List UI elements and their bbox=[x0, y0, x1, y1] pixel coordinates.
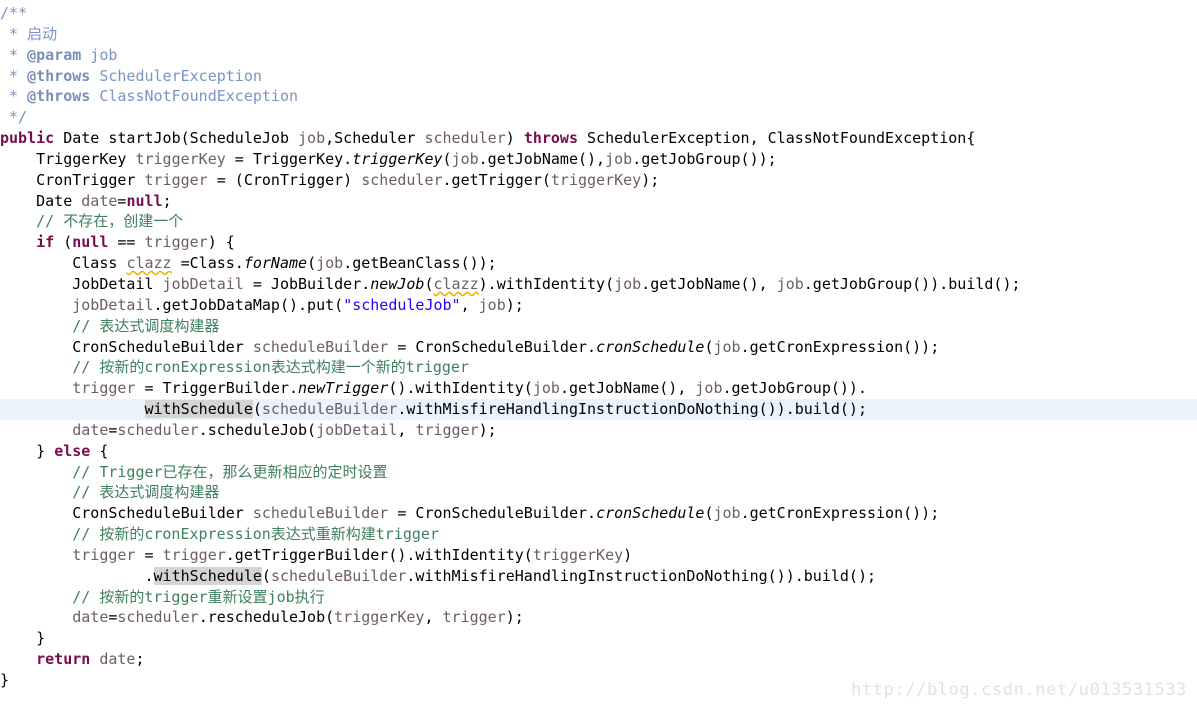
code-line[interactable]: .withSchedule(scheduleBuilder.withMisfir… bbox=[0, 566, 1197, 587]
javadoc-tag-throws: @throws bbox=[27, 66, 91, 85]
code-line[interactable]: * @param job bbox=[0, 45, 1197, 66]
code-line[interactable]: * 启动 bbox=[0, 24, 1197, 45]
javadoc-star: * bbox=[0, 66, 28, 85]
javadoc-tag-param: @param bbox=[27, 45, 82, 64]
code-line-comment[interactable]: // 表达式调度构建器 bbox=[0, 316, 1197, 337]
code-line[interactable]: Date date=null; bbox=[0, 191, 1197, 212]
code-line[interactable]: /** bbox=[0, 3, 1197, 24]
warned-identifier-clazz: clazz bbox=[126, 254, 172, 273]
javadoc-throws-type: ClassNotFoundException bbox=[90, 87, 299, 106]
line-comment: // 不存在，创建一个 bbox=[36, 212, 184, 231]
javadoc-open: /** bbox=[0, 4, 28, 22]
code-line[interactable]: */ bbox=[0, 107, 1197, 128]
javadoc-tag-throws: @throws bbox=[27, 87, 91, 106]
code-line[interactable]: date=scheduler.rescheduleJob(triggerKey,… bbox=[0, 607, 1197, 628]
javadoc-star: * bbox=[0, 45, 28, 64]
javadoc-star: * bbox=[0, 87, 28, 106]
code-line[interactable]: trigger = trigger.getTriggerBuilder().wi… bbox=[0, 545, 1197, 566]
line-comment: // Trigger已存在，那么更新相应的定时设置 bbox=[72, 462, 388, 481]
code-line-comment[interactable]: // Trigger已存在，那么更新相应的定时设置 bbox=[0, 462, 1197, 483]
line-comment: // 表达式调度构建器 bbox=[72, 483, 220, 502]
code-line[interactable]: Class clazz =Class.forName(job.getBeanCl… bbox=[0, 253, 1197, 274]
code-editor-canvas[interactable]: /** * 启动 * @param job * @throws Schedule… bbox=[0, 0, 1197, 708]
javadoc-close: */ bbox=[0, 108, 28, 127]
code-line[interactable]: TriggerKey triggerKey = TriggerKey.trigg… bbox=[0, 149, 1197, 170]
watermark: http://blog.csdn.net/u013531533 bbox=[851, 680, 1187, 700]
occurrence-highlight-withschedule: withSchedule bbox=[153, 566, 262, 585]
code-line[interactable]: return date; bbox=[0, 649, 1197, 670]
code-line[interactable]: } else { bbox=[0, 441, 1197, 462]
javadoc-param-name: job bbox=[81, 45, 118, 64]
code-line[interactable]: if (null == trigger) { bbox=[0, 232, 1197, 253]
code-line[interactable]: jobDetail.getJobDataMap().put("scheduleJ… bbox=[0, 295, 1197, 316]
string-literal: "scheduleJob" bbox=[343, 295, 461, 314]
code-line[interactable]: * @throws ClassNotFoundException bbox=[0, 86, 1197, 107]
code-line-method-signature[interactable]: public Date startJob(ScheduleJob job,Sch… bbox=[0, 128, 1197, 149]
keyword-throws: throws bbox=[523, 129, 578, 148]
code-line-comment[interactable]: // 按新的trigger重新设置job执行 bbox=[0, 587, 1197, 608]
code-line-comment[interactable]: // 按新的cronExpression表达式重新构建trigger bbox=[0, 524, 1197, 545]
code-line-comment[interactable]: // 按新的cronExpression表达式构建一个新的trigger bbox=[0, 357, 1197, 378]
keyword-else: else bbox=[54, 441, 91, 460]
code-line[interactable]: trigger = TriggerBuilder.newTrigger().wi… bbox=[0, 378, 1197, 399]
code-line[interactable]: date=scheduler.scheduleJob(jobDetail, tr… bbox=[0, 420, 1197, 441]
code-line[interactable]: CronScheduleBuilder scheduleBuilder = Cr… bbox=[0, 503, 1197, 524]
code-line[interactable]: CronScheduleBuilder scheduleBuilder = Cr… bbox=[0, 337, 1197, 358]
javadoc-throws-type: SchedulerException bbox=[90, 66, 262, 85]
line-comment: // 按新的cronExpression表达式构建一个新的trigger bbox=[72, 358, 469, 377]
code-line[interactable]: JobDetail jobDetail = JobBuilder.newJob(… bbox=[0, 274, 1197, 295]
code-line[interactable]: * @throws SchedulerException bbox=[0, 66, 1197, 87]
keyword-if: if bbox=[36, 233, 55, 252]
code-line[interactable]: CronTrigger trigger = (CronTrigger) sche… bbox=[0, 170, 1197, 191]
keyword-null: null bbox=[72, 233, 109, 252]
occurrence-highlight-withschedule: withSchedule bbox=[144, 400, 253, 419]
code-line-comment[interactable]: // 不存在，创建一个 bbox=[0, 211, 1197, 232]
javadoc-text: * 启动 bbox=[0, 24, 58, 43]
line-comment: // 按新的cronExpression表达式重新构建trigger bbox=[72, 525, 439, 544]
line-comment: // 按新的trigger重新设置job执行 bbox=[72, 587, 325, 606]
code-line[interactable]: } bbox=[0, 628, 1197, 649]
keyword-public: public bbox=[0, 129, 55, 148]
code-line-current[interactable]: withSchedule(scheduleBuilder.withMisfire… bbox=[0, 399, 1197, 420]
keyword-return: return bbox=[36, 650, 91, 669]
line-comment: // 表达式调度构建器 bbox=[72, 316, 220, 335]
code-line-comment[interactable]: // 表达式调度构建器 bbox=[0, 482, 1197, 503]
keyword-null: null bbox=[126, 191, 163, 210]
